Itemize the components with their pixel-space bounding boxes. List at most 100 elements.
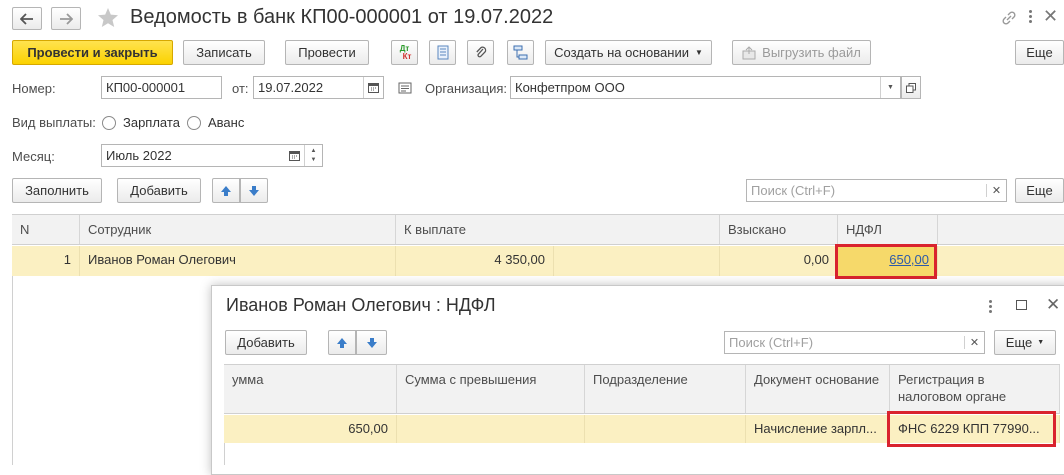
search-placeholder: Поиск (Ctrl+F) — [751, 183, 836, 198]
popup-title: Иванов Роман Олегович : НДФЛ — [226, 295, 496, 315]
dt-kt-icon: Дт Кт — [399, 43, 412, 61]
row-number: 1 — [12, 246, 80, 276]
month-spinner[interactable]: ▲ ▼ — [304, 145, 322, 166]
window-title: Ведомость в банк КП00-000001 от 19.07.20… — [130, 6, 554, 28]
favorite-star-icon[interactable] — [96, 6, 120, 30]
date-value: 19.07.2022 — [258, 80, 324, 95]
organization-label: Организация: — [425, 81, 508, 96]
column-header-withheld[interactable]: Взыскано — [720, 215, 838, 244]
month-value: Июль 2022 — [106, 148, 172, 163]
fill-button[interactable]: Заполнить — [12, 178, 102, 203]
arrow-right-icon — [60, 12, 73, 25]
popup-more-button[interactable]: Еще ▼ — [994, 330, 1056, 355]
table-more-button[interactable]: Еще — [1015, 178, 1064, 203]
column-header-ndfl[interactable]: НДФЛ — [838, 215, 938, 244]
export-file-button[interactable]: Выгрузить файл — [732, 40, 871, 65]
arrow-down-icon — [366, 337, 377, 348]
row-withheld: 0,00 — [720, 246, 838, 276]
clear-search-icon[interactable]: ✕ — [986, 184, 1006, 197]
attach-button[interactable] — [467, 40, 494, 65]
popup-column-department[interactable]: Подразделение — [585, 365, 746, 413]
export-file-label: Выгрузить файл — [762, 45, 861, 60]
open-card-icon — [906, 82, 916, 93]
structure-button[interactable] — [507, 40, 534, 65]
spin-up-icon[interactable]: ▲ — [311, 147, 317, 156]
radio-advance[interactable] — [187, 116, 201, 130]
org-document-icon — [398, 82, 412, 94]
popup-search-input[interactable]: Поиск (Ctrl+F) ✕ — [724, 331, 985, 354]
column-header-employee[interactable]: Сотрудник — [80, 215, 396, 244]
calendar-icon[interactable] — [363, 77, 383, 98]
popup-column-registration[interactable]: Регистрация в налоговом органе — [890, 365, 1060, 413]
search-input[interactable]: Поиск (Ctrl+F) ✕ — [746, 179, 1007, 202]
ndfl-highlight-box — [835, 244, 937, 279]
post-button[interactable]: Провести — [285, 40, 369, 65]
link-icon[interactable] — [1001, 10, 1017, 26]
create-based-on-button[interactable]: Создать на основании ▼ — [545, 40, 712, 65]
export-icon — [742, 45, 756, 59]
maximize-icon[interactable] — [1016, 300, 1027, 310]
popup-menu-icon[interactable] — [987, 298, 993, 316]
calendar-icon[interactable] — [284, 145, 304, 166]
arrow-left-icon — [20, 12, 33, 25]
date-label: от: — [232, 81, 249, 96]
post-and-close-button[interactable]: Провести и закрыть — [12, 40, 173, 65]
popup-table-header: умма Сумма с превышения Подразделение До… — [224, 364, 1060, 414]
table-more-label: Еще — [1026, 183, 1053, 198]
popup-column-registration-line1: Регистрация в — [898, 372, 985, 387]
row-to-pay: 4 350,00 — [396, 246, 554, 276]
open-organization-button[interactable] — [901, 76, 921, 99]
popup-clear-search-icon[interactable]: ✕ — [964, 336, 984, 349]
radio-salary[interactable] — [102, 116, 116, 130]
dropdown-arrow-icon[interactable]: ▼ — [880, 77, 900, 98]
popup-row-base-doc: Начисление зарпл... — [746, 415, 890, 443]
number-label: Номер: — [12, 81, 56, 96]
column-header-n[interactable]: N — [12, 215, 80, 244]
save-button[interactable]: Записать — [183, 40, 265, 65]
popup-column-registration-line2: налоговом органе — [898, 389, 1007, 404]
payment-type-label: Вид выплаты: — [12, 115, 96, 130]
window-menu-icon[interactable] — [1027, 8, 1033, 26]
back-button[interactable] — [12, 7, 42, 30]
radio-salary-label[interactable]: Зарплата — [123, 115, 180, 130]
radio-advance-label[interactable]: Аванс — [208, 115, 244, 130]
popup-close-icon[interactable]: ✕ — [1046, 295, 1060, 315]
row-employee: Иванов Роман Олегович — [80, 246, 396, 276]
forward-button[interactable] — [51, 7, 81, 30]
more-button[interactable]: Еще — [1015, 40, 1064, 65]
table-header: N Сотрудник К выплате Взыскано НДФЛ — [12, 214, 1064, 245]
column-header-to-pay[interactable]: К выплате — [396, 215, 720, 244]
dropdown-arrow-icon: ▼ — [694, 48, 703, 57]
popup-search-placeholder: Поиск (Ctrl+F) — [729, 335, 814, 350]
popup-add-button[interactable]: Добавить — [225, 330, 307, 355]
document-list-icon — [437, 45, 448, 60]
hierarchy-icon — [513, 45, 527, 60]
popup-column-excess[interactable]: Сумма с превышения — [397, 365, 585, 413]
arrow-up-icon — [337, 337, 347, 348]
close-icon[interactable]: ✕ — [1043, 6, 1058, 27]
report-button[interactable] — [429, 40, 456, 65]
popup-move-down-button[interactable] — [356, 330, 387, 355]
arrow-down-icon — [249, 185, 259, 196]
popup-row-sum: 650,00 — [224, 415, 397, 443]
date-field[interactable]: 19.07.2022 — [253, 76, 384, 99]
paperclip-icon — [475, 46, 486, 58]
arrow-up-icon — [221, 185, 231, 196]
popup-table-left-border — [224, 443, 225, 465]
add-button[interactable]: Добавить — [117, 178, 201, 203]
organization-value: Конфетпром ООО — [515, 80, 625, 95]
move-down-button[interactable] — [240, 178, 268, 203]
popup-row-department — [585, 415, 746, 443]
organization-field[interactable]: Конфетпром ООО ▼ — [510, 76, 901, 99]
registration-highlight-box — [887, 411, 1056, 447]
popup-column-base-doc[interactable]: Документ основание — [746, 365, 890, 413]
popup-column-sum[interactable]: умма — [224, 365, 397, 413]
row-to-pay-extra — [554, 246, 720, 276]
dt-kt-button[interactable]: Дт Кт — [391, 40, 418, 65]
month-label: Месяц: — [12, 149, 55, 164]
spin-down-icon[interactable]: ▼ — [311, 156, 317, 165]
month-field[interactable]: Июль 2022 ▲ ▼ — [101, 144, 323, 167]
popup-move-up-button[interactable] — [328, 330, 356, 355]
number-field[interactable]: КП00-000001 — [101, 76, 222, 99]
move-up-button[interactable] — [212, 178, 240, 203]
